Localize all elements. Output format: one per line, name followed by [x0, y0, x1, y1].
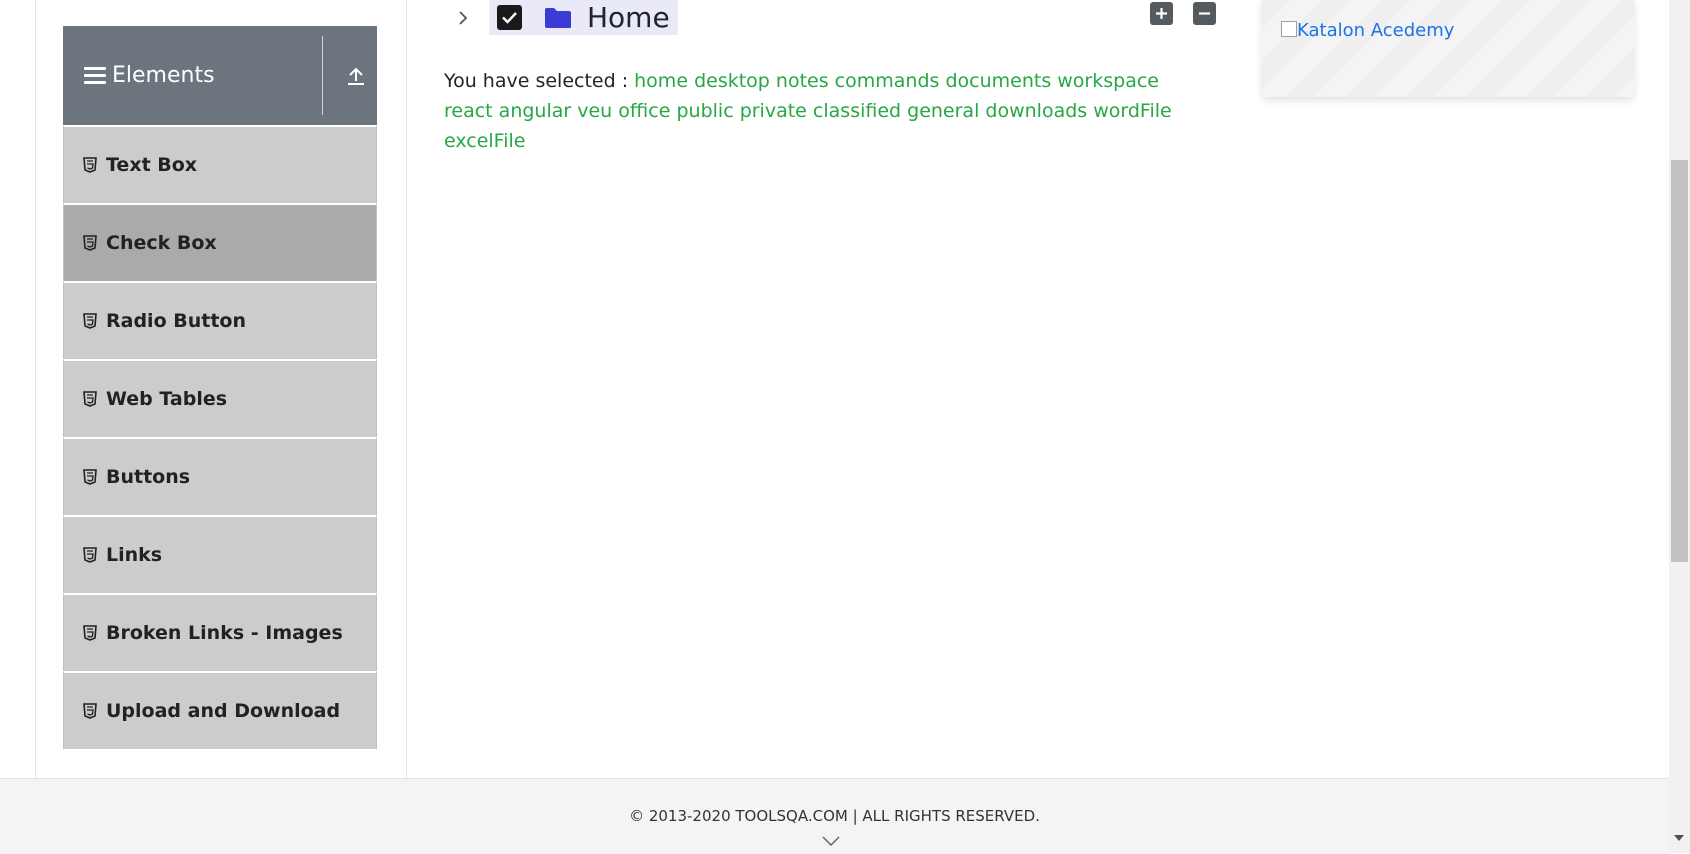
hamburger-icon — [84, 66, 106, 85]
sidebar-item[interactable]: Radio Button — [63, 281, 377, 359]
selected-item: excelFile — [444, 130, 526, 152]
ad-link[interactable]: Katalon Acedemy — [1281, 20, 1454, 41]
selected-item: wordFile — [1093, 100, 1172, 122]
html5-icon — [83, 625, 97, 641]
chevron-right-icon[interactable] — [455, 10, 471, 26]
selected-item: home — [634, 70, 689, 92]
katalon-ad-banner: Katalon Acedemy — [1262, 0, 1634, 97]
selected-item: office — [618, 100, 671, 122]
tree-node-home-text: Home — [587, 1, 670, 34]
elements-menu-list: Text Box Check Box Radio Button Web Tables B… — [63, 125, 377, 749]
sidebar-item[interactable]: Upload and Download — [63, 671, 377, 749]
footer: © 2013-2020 TOOLSQA.COM | ALL RIGHTS RES… — [0, 778, 1669, 854]
selected-item: angular — [498, 100, 572, 122]
checkbox-checked-icon[interactable] — [497, 5, 522, 30]
collapse-all-button[interactable] — [1193, 2, 1216, 25]
plus-square-icon — [1156, 8, 1167, 19]
content-divider — [406, 0, 407, 778]
sidebar-item[interactable]: Links — [63, 515, 377, 593]
tree-node-home: Home — [455, 0, 678, 35]
selected-item: documents — [945, 70, 1052, 92]
sidebar: Elements Text Box Check Box Radio Button We… — [63, 26, 377, 778]
selected-item: veu — [577, 100, 613, 122]
sidebar-item-label: Web Tables — [106, 388, 228, 410]
vertical-scrollbar[interactable] — [1669, 0, 1690, 853]
ad-alt-text: Katalon Acedemy — [1297, 20, 1455, 41]
selected-item: private — [739, 100, 807, 122]
chevron-down-icon[interactable] — [822, 836, 840, 846]
selected-item: downloads — [985, 100, 1088, 122]
sidebar-item-label: Broken Links - Images — [106, 622, 343, 644]
selected-item: notes — [775, 70, 829, 92]
html5-icon — [83, 547, 97, 563]
tree-node-home-label[interactable]: Home — [489, 0, 678, 35]
html5-icon — [83, 391, 97, 407]
html5-icon — [83, 469, 97, 485]
sidebar-item-label: Links — [106, 544, 163, 566]
html5-icon — [83, 703, 97, 719]
scroll-down-arrow-icon[interactable] — [1674, 835, 1684, 841]
html5-icon — [83, 157, 97, 173]
header-divider — [322, 36, 323, 115]
expand-all-button[interactable] — [1150, 2, 1173, 25]
sidebar-item-label: Text Box — [106, 154, 198, 176]
collapse-up-icon[interactable] — [345, 65, 367, 87]
group-title: Elements — [112, 63, 215, 88]
result-prefix: You have selected : — [444, 70, 629, 92]
selected-item: classified — [812, 100, 902, 122]
broken-image-icon — [1281, 21, 1297, 37]
sidebar-item[interactable]: Buttons — [63, 437, 377, 515]
selected-item: workspace — [1057, 70, 1159, 92]
selected-item: desktop — [694, 70, 770, 92]
folder-icon — [545, 7, 571, 28]
copyright-text: © 2013-2020 TOOLSQA.COM | ALL RIGHTS RES… — [629, 807, 1040, 825]
sidebar-item-label: Buttons — [106, 466, 191, 488]
sidebar-item[interactable]: Web Tables — [63, 359, 377, 437]
page-left-divider — [35, 0, 36, 778]
sidebar-item[interactable]: Check Box — [63, 203, 377, 281]
selection-result: You have selected : home desktop notes c… — [444, 66, 1184, 156]
selected-item: react — [444, 100, 493, 122]
sidebar-item-label: Upload and Download — [106, 700, 341, 722]
selected-item: public — [676, 100, 734, 122]
sidebar-item[interactable]: Text Box — [63, 125, 377, 203]
sidebar-item-label: Radio Button — [106, 310, 246, 332]
selected-item: commands — [834, 70, 940, 92]
selected-item: general — [907, 100, 980, 122]
html5-icon — [83, 235, 97, 251]
sidebar-item-label: Check Box — [106, 232, 217, 254]
minus-square-icon — [1199, 12, 1210, 15]
html5-icon — [83, 313, 97, 329]
elements-group-header[interactable]: Elements — [63, 26, 377, 125]
sidebar-item[interactable]: Broken Links - Images — [63, 593, 377, 671]
scrollbar-thumb[interactable] — [1671, 160, 1688, 562]
